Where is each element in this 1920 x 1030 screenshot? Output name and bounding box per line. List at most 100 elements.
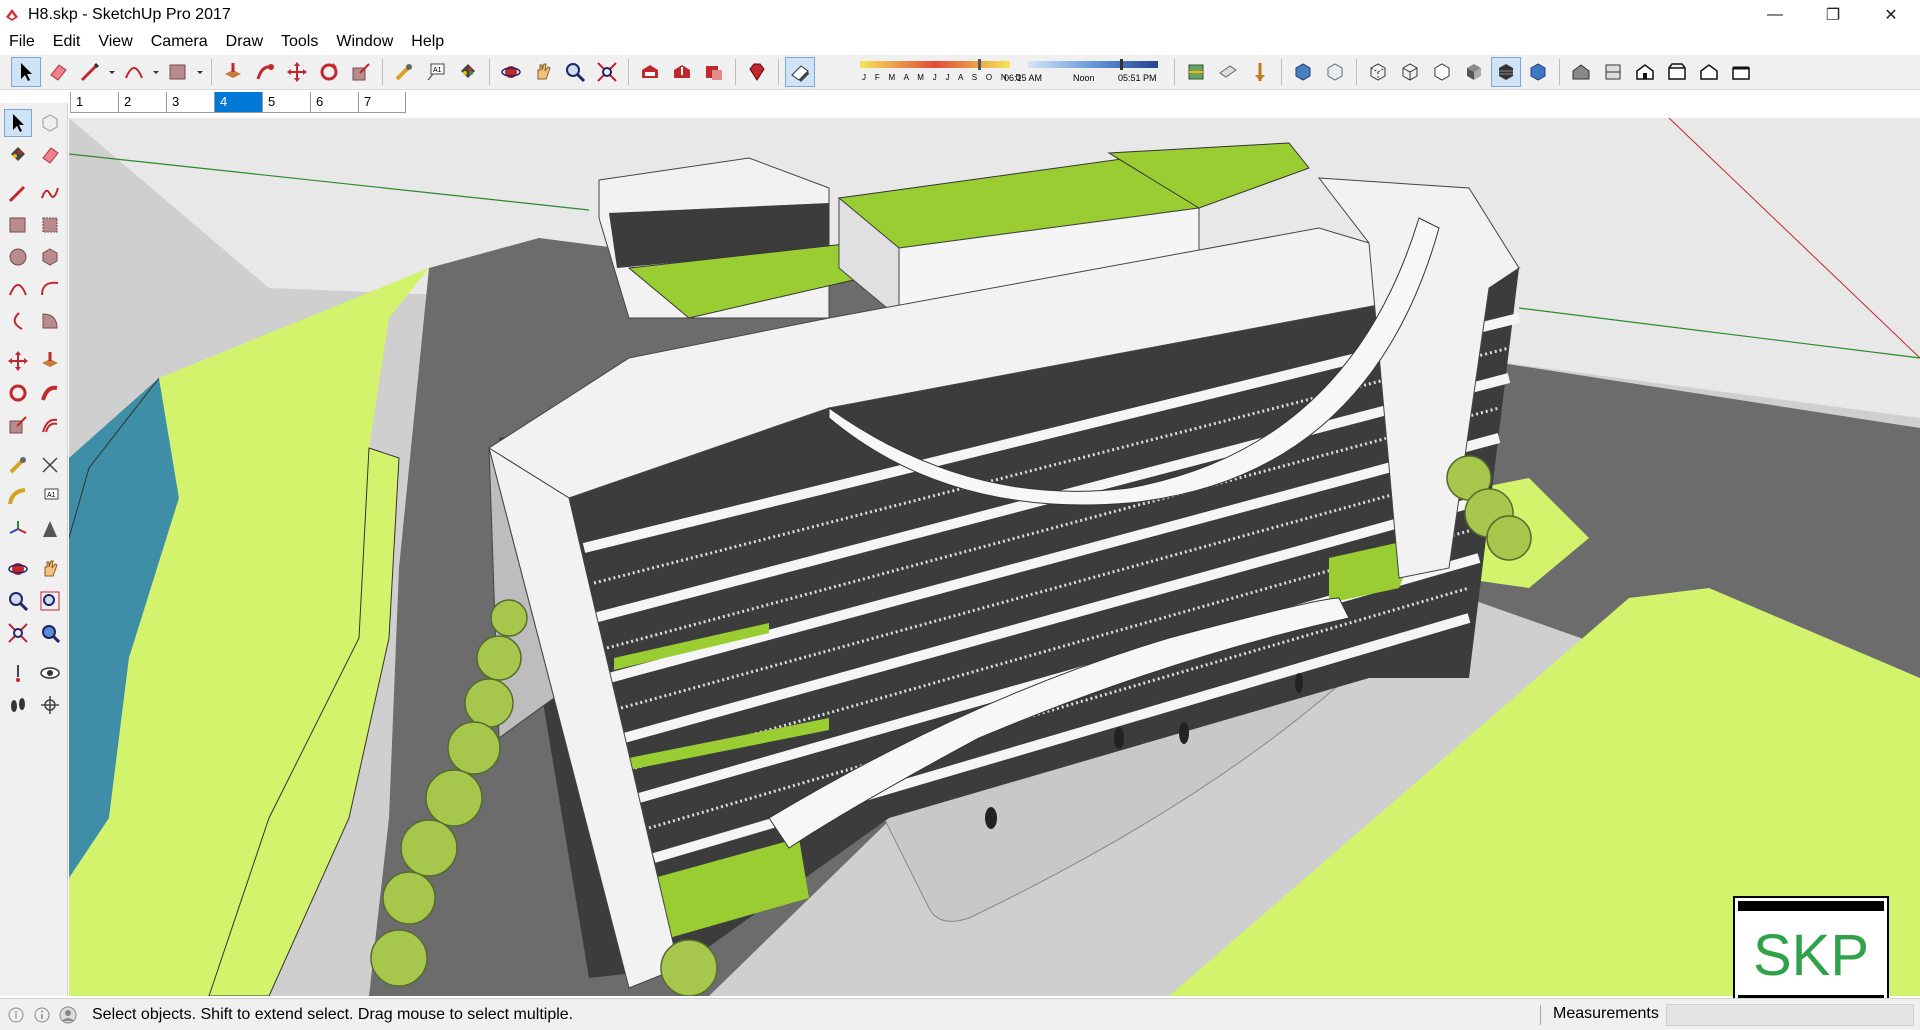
model-viewport[interactable] — [69, 118, 1920, 996]
eraser-icon[interactable] — [43, 57, 73, 87]
zoom-icon[interactable] — [4, 587, 32, 615]
iso-house-icon[interactable] — [1566, 57, 1596, 87]
zoom-window-icon[interactable] — [36, 587, 64, 615]
top-view-icon[interactable] — [1598, 57, 1628, 87]
text-icon[interactable]: A1 — [421, 57, 451, 87]
eraser-icon[interactable] — [36, 141, 64, 169]
shaded-icon[interactable] — [1459, 57, 1489, 87]
orbit-icon[interactable] — [496, 57, 526, 87]
tape-measure-icon[interactable] — [389, 57, 419, 87]
shadow-sliders[interactable] — [818, 57, 1173, 87]
circle-icon[interactable] — [4, 243, 32, 271]
scale-icon[interactable] — [4, 411, 32, 439]
section-plane-icon[interactable] — [1181, 57, 1211, 87]
push-pull-icon[interactable] — [36, 347, 64, 375]
wireframe-icon[interactable] — [1395, 57, 1425, 87]
restore-button[interactable]: ❐ — [1804, 0, 1862, 29]
menu-view[interactable]: View — [89, 29, 141, 54]
scene-tab-7[interactable]: 7 — [358, 92, 406, 112]
line-icon[interactable] — [75, 57, 105, 87]
rotate-icon[interactable] — [4, 379, 32, 407]
two-point-arc-icon[interactable] — [36, 275, 64, 303]
text-icon[interactable]: A1 — [36, 483, 64, 511]
arc-icon[interactable] — [119, 57, 149, 87]
menu-help[interactable]: Help — [402, 29, 453, 54]
menu-camera[interactable]: Camera — [142, 29, 217, 54]
scene-render[interactable] — [69, 118, 1920, 996]
section-fill-icon[interactable] — [1213, 57, 1243, 87]
back-edges-icon[interactable] — [1363, 57, 1393, 87]
scene-tab-1[interactable]: 1 — [70, 92, 118, 112]
left-view-icon[interactable] — [1726, 57, 1756, 87]
ruby-icon[interactable] — [742, 57, 772, 87]
make-component-icon[interactable] — [36, 109, 64, 137]
3d-text-icon[interactable] — [36, 515, 64, 543]
zoom-extents-icon[interactable] — [4, 619, 32, 647]
monochrome-icon[interactable] — [1523, 57, 1553, 87]
pan-icon[interactable] — [36, 555, 64, 583]
rectangle-icon[interactable] — [4, 211, 32, 239]
paint-bucket-icon[interactable] — [453, 57, 483, 87]
back-view-icon[interactable] — [1694, 57, 1724, 87]
move-icon[interactable] — [4, 347, 32, 375]
warehouse-icon[interactable] — [635, 57, 665, 87]
dropdown-arrow-icon[interactable] — [195, 57, 205, 87]
shaded-textures-icon[interactable] — [1491, 57, 1521, 87]
display-section-icon[interactable] — [1245, 57, 1275, 87]
select-icon[interactable] — [11, 57, 41, 87]
menu-draw[interactable]: Draw — [217, 29, 272, 54]
hidden-line-icon[interactable] — [1427, 57, 1457, 87]
user-account-icon[interactable] — [58, 1005, 78, 1025]
iso-view-icon[interactable] — [1288, 57, 1318, 87]
tape-measure-icon[interactable] — [4, 451, 32, 479]
front-view-icon[interactable] — [1630, 57, 1660, 87]
zoom-extents-icon[interactable] — [592, 57, 622, 87]
measurements-input[interactable] — [1666, 1004, 1914, 1026]
rotated-rectangle-icon[interactable] — [36, 211, 64, 239]
menu-window[interactable]: Window — [327, 29, 402, 54]
line-icon[interactable] — [4, 179, 32, 207]
menu-tools[interactable]: Tools — [272, 29, 327, 54]
three-point-arc-icon[interactable] — [4, 307, 32, 335]
shape-icon[interactable] — [163, 57, 193, 87]
xray-icon[interactable] — [1320, 57, 1350, 87]
dropdown-arrow-icon[interactable] — [151, 57, 161, 87]
polygon-icon[interactable] — [36, 243, 64, 271]
arc-icon[interactable] — [4, 275, 32, 303]
close-button[interactable]: ✕ — [1862, 0, 1920, 29]
scene-tab-6[interactable]: 6 — [310, 92, 358, 112]
minimize-button[interactable]: — — [1746, 0, 1804, 29]
shadows-toggle-icon[interactable] — [785, 57, 815, 87]
select-icon[interactable] — [4, 109, 32, 137]
previous-view-icon[interactable] — [36, 619, 64, 647]
pan-icon[interactable] — [528, 57, 558, 87]
scene-tab-3[interactable]: 3 — [166, 92, 214, 112]
axes-icon[interactable] — [4, 515, 32, 543]
move-icon[interactable] — [282, 57, 312, 87]
rotate-icon[interactable] — [314, 57, 344, 87]
dropdown-arrow-icon[interactable] — [107, 57, 117, 87]
follow-me-icon[interactable] — [36, 379, 64, 407]
scale-icon[interactable] — [346, 57, 376, 87]
freehand-icon[interactable] — [36, 179, 64, 207]
zoom-icon[interactable] — [560, 57, 590, 87]
push-pull-icon[interactable] — [218, 57, 248, 87]
share-model-icon[interactable] — [667, 57, 697, 87]
credits-info-icon[interactable] — [32, 1005, 52, 1025]
scene-tab-2[interactable]: 2 — [118, 92, 166, 112]
dimension-icon[interactable] — [36, 451, 64, 479]
extension-warehouse-icon[interactable] — [699, 57, 729, 87]
offset-icon[interactable] — [36, 411, 64, 439]
protractor-icon[interactable] — [4, 483, 32, 511]
pie-icon[interactable] — [36, 307, 64, 335]
orbit-icon[interactable] — [4, 555, 32, 583]
menu-file[interactable]: File — [0, 29, 44, 54]
section-plane-icon[interactable] — [36, 691, 64, 719]
position-camera-icon[interactable] — [4, 659, 32, 687]
paint-bucket-icon[interactable] — [4, 141, 32, 169]
right-view-icon[interactable] — [1662, 57, 1692, 87]
scene-tab-4[interactable]: 4 — [214, 92, 262, 112]
follow-me-icon[interactable] — [250, 57, 280, 87]
walk-icon[interactable] — [4, 691, 32, 719]
menu-edit[interactable]: Edit — [44, 29, 90, 54]
